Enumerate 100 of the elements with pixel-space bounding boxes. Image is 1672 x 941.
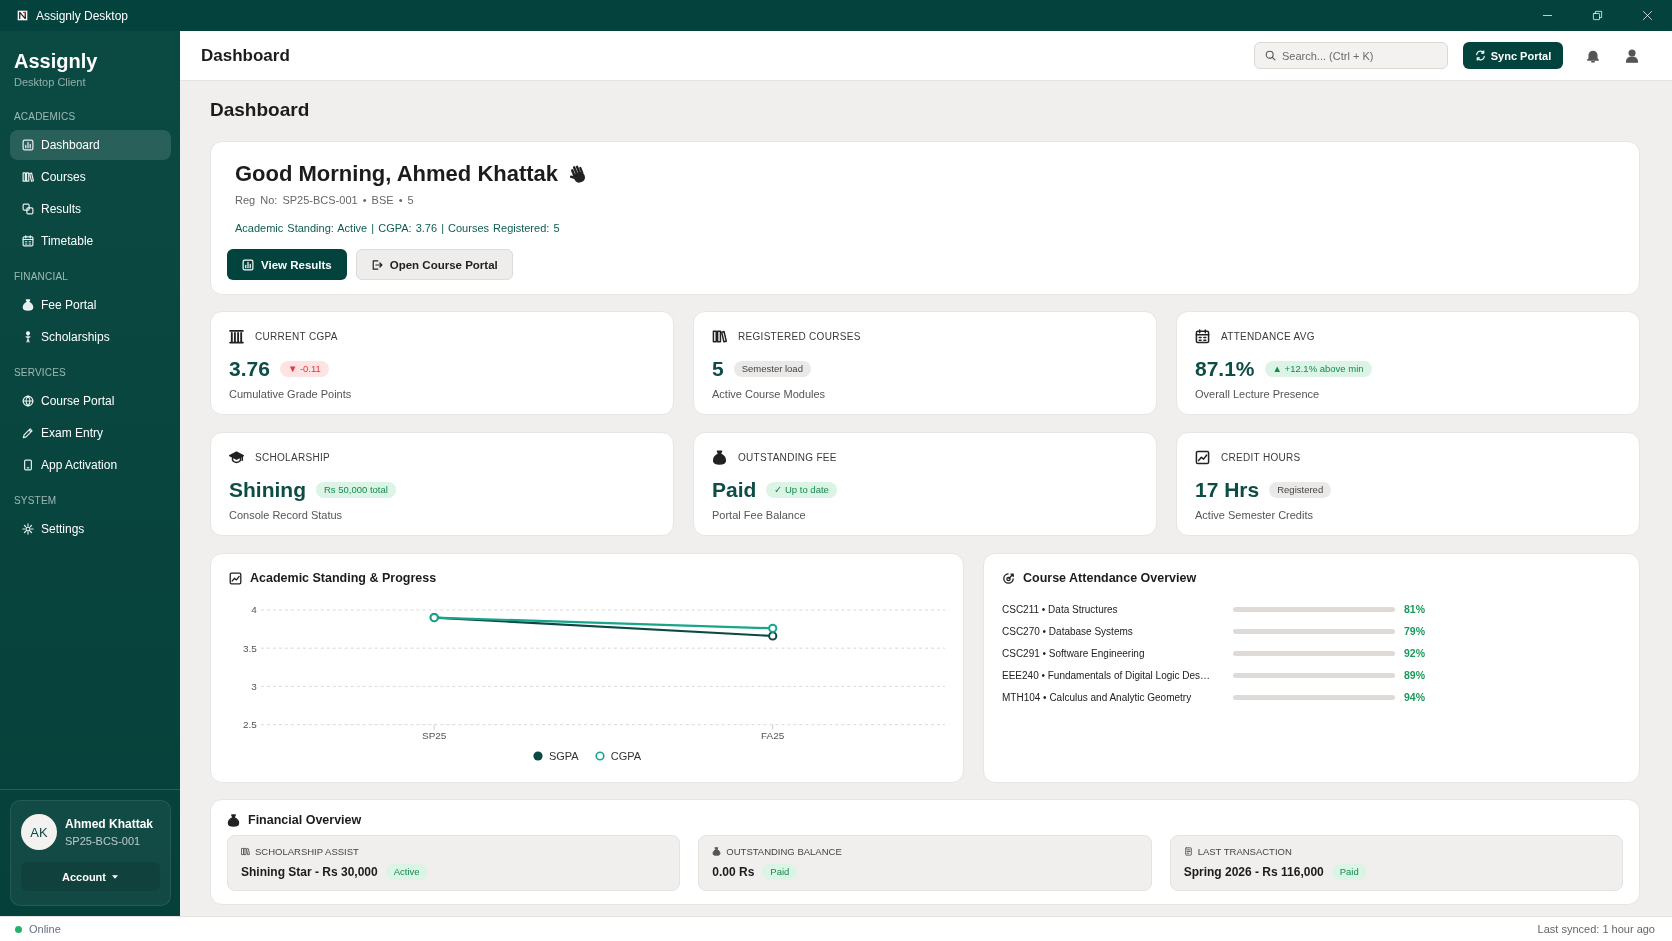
sidebar-item[interactable]: Exam Entry: [10, 418, 171, 448]
sidebar-item[interactable]: Dashboard: [10, 130, 171, 160]
user-name: Ahmed Khattak: [65, 815, 153, 832]
account-button[interactable]: Account: [21, 862, 160, 891]
status-badge: Semester load: [733, 361, 811, 377]
stat-caption: Console Record Status: [229, 508, 344, 522]
attendance-percent: 94%: [1404, 691, 1426, 703]
user-icon: [1625, 48, 1639, 63]
axis-label: 2.5: [243, 719, 257, 731]
greeting-title: Good Morning, Ahmed Khattak: [235, 160, 559, 188]
stat-label: SCHOLARSHIP: [255, 451, 330, 463]
document-icon: [1183, 847, 1193, 856]
sidebar-item[interactable]: Timetable: [10, 226, 171, 256]
bar-chart-icon: [22, 139, 34, 151]
axis-label: 3: [251, 680, 257, 692]
sidebar-item[interactable]: Scholarships: [10, 322, 171, 352]
page-title: Dashboard: [210, 98, 311, 122]
tile-label: SCHOLARSHIP ASSIST: [255, 846, 359, 857]
brand-subtitle: Desktop Client: [13, 75, 87, 89]
axis-label: 4: [251, 604, 257, 616]
axis-label: SP25: [422, 729, 447, 741]
view-results-button[interactable]: View Results: [227, 249, 347, 280]
card-title: Financial Overview: [248, 813, 362, 827]
legend-label: CGPA: [610, 749, 642, 762]
columns-icon: [229, 328, 244, 344]
profile-button[interactable]: [1625, 48, 1639, 63]
status-badge: ▼ -0.11: [279, 361, 329, 377]
sync-icon: [1474, 50, 1486, 61]
money-bag-icon: [227, 813, 240, 827]
axis-label: FA25: [761, 729, 785, 741]
bell-icon: [1586, 48, 1600, 63]
brand-title: Assignly: [13, 49, 99, 73]
section-heading: SERVICES: [13, 367, 67, 379]
globe-icon: [22, 395, 34, 407]
trend-chart-icon: [1195, 449, 1210, 465]
card-title: Course Attendance Overview: [1023, 571, 1197, 585]
sidebar-item[interactable]: Fee Portal: [10, 290, 171, 320]
stat-caption: Overall Lecture Presence: [1195, 387, 1321, 401]
header-title: Dashboard: [201, 45, 290, 66]
search-field[interactable]: Search... (Ctrl + K): [1254, 42, 1448, 69]
course-label: CSC270 • Database Systems: [1002, 625, 1134, 637]
calendar-icon: [22, 235, 34, 247]
stat-label: CREDIT HOURS: [1221, 451, 1301, 463]
pencil-icon: [22, 427, 34, 439]
course-label: MTH104 • Calculus and Analytic Geometry: [1002, 691, 1193, 703]
sidebar-item[interactable]: Results: [10, 194, 171, 224]
books-icon: [22, 171, 34, 183]
sidebar-item[interactable]: Course Portal: [10, 386, 171, 416]
stat-label: REGISTERED COURSES: [738, 330, 861, 342]
close-icon: [1641, 10, 1653, 21]
target-icon: [1002, 571, 1015, 585]
sync-button[interactable]: Sync Portal: [1463, 42, 1563, 69]
exit-icon: [370, 258, 383, 271]
window-title: Assignly Desktop: [36, 8, 129, 23]
money-bag-icon: [22, 299, 34, 311]
open-portal-button[interactable]: Open Course Portal: [355, 249, 513, 280]
stat-value: 87.1%: [1195, 356, 1255, 382]
last-synced: Last synced: 1 hour ago: [1537, 923, 1655, 935]
avatar: AK: [21, 814, 57, 850]
money-bag-icon: [712, 847, 722, 856]
attendance-percent: 81%: [1404, 603, 1426, 615]
stat-value: Paid: [712, 477, 757, 503]
stat-caption: Active Semester Credits: [1195, 508, 1314, 522]
sidebar-item[interactable]: App Activation: [10, 450, 171, 480]
notifications-button[interactable]: [1586, 48, 1600, 63]
graduation-cap-icon: [229, 449, 244, 465]
data-point: [429, 613, 439, 623]
tile-value: 0.00 Rs: [712, 865, 755, 879]
course-label: CSC291 • Software Engineering: [1002, 647, 1146, 659]
sidebar-item[interactable]: Settings: [10, 514, 171, 544]
caret-icon: [111, 872, 119, 881]
tile-label: OUTSTANDING BALANCE: [726, 846, 842, 857]
sidebar-item[interactable]: Courses: [10, 162, 171, 192]
stat-caption: Portal Fee Balance: [712, 508, 807, 522]
section-heading: ACADEMICS: [13, 111, 77, 123]
books-icon: [712, 328, 727, 344]
user-id: SP25-BCS-001: [65, 833, 142, 849]
connection-status: Online: [29, 923, 61, 935]
stat-value: 3.76: [229, 356, 270, 382]
status-badge: Rs 50,000 total: [316, 482, 396, 498]
status-badge: ✓ Up to date: [766, 482, 837, 498]
stat-label: ATTENDANCE AVG: [1221, 330, 1315, 342]
stat-caption: Cumulative Grade Points: [229, 387, 353, 401]
phone-icon: [22, 459, 34, 471]
attendance-percent: 89%: [1404, 669, 1426, 681]
status-badge: Active: [385, 864, 428, 880]
money-bag-icon: [712, 449, 727, 465]
stat-label: OUTSTANDING FEE: [738, 451, 837, 463]
tile-label: LAST TRANSACTION: [1197, 846, 1292, 857]
stat-value: 5: [712, 356, 724, 382]
line-chart-icon: [229, 571, 242, 585]
status-badge: ▲ +12.1% above min: [1264, 361, 1372, 377]
standing-summary: Academic Standing: Active | CGPA: 3.76 | Courses Registered: 5: [234, 221, 561, 236]
stat-label: CURRENT CGPA: [255, 330, 338, 342]
restore-icon: [1591, 10, 1603, 21]
legend-marker-icon: [594, 750, 605, 761]
bar-chart-icon: [242, 258, 254, 271]
status-badge: Registered: [1269, 482, 1332, 498]
status-badge: Paid: [762, 864, 798, 880]
section-heading: SYSTEM: [13, 495, 58, 507]
